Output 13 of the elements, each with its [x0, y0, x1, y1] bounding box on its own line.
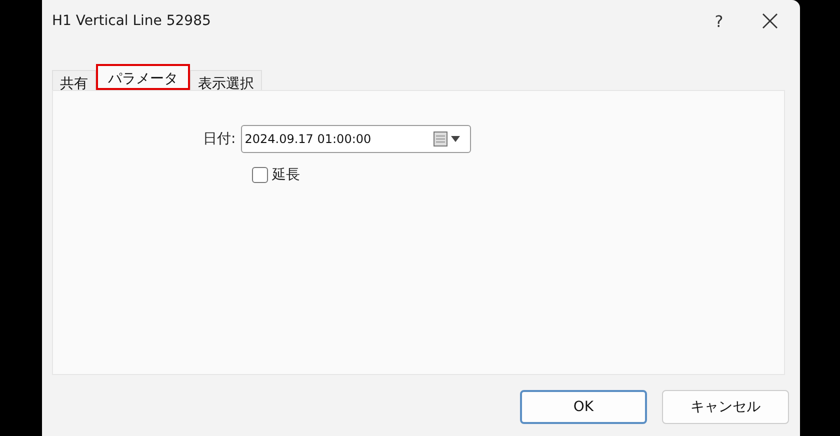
- extend-checkbox[interactable]: [252, 167, 268, 183]
- tab[interactable]: パラメータ: [96, 64, 190, 90]
- help-button[interactable]: ?: [704, 12, 734, 30]
- date-input[interactable]: 2024.09.17 01:00:00: [242, 132, 432, 146]
- ok-button[interactable]: OK: [520, 390, 647, 424]
- extend-label: 延長: [272, 166, 300, 184]
- tab[interactable]: 表示選択: [190, 70, 262, 90]
- window-title: H1 Vertical Line 52985: [52, 13, 212, 29]
- tab[interactable]: 共有: [52, 70, 96, 90]
- date-label: 日付:: [203, 130, 236, 148]
- close-icon[interactable]: [760, 11, 780, 31]
- cancel-button[interactable]: キャンセル: [662, 390, 789, 424]
- date-picker[interactable]: 2024.09.17 01:00:00: [240, 125, 471, 153]
